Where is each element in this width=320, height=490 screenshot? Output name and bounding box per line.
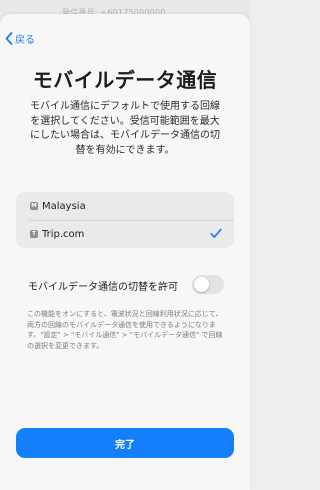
sim-badge-icon: T [30, 230, 38, 238]
toggle-knob [194, 277, 209, 292]
back-button[interactable]: 戻る [5, 30, 35, 46]
line-option-malaysia[interactable]: M Malaysia [16, 192, 234, 220]
line-selection-list: M Malaysia T Trip.com [16, 192, 234, 248]
line-option-label: Trip.com [42, 228, 85, 240]
done-button[interactable]: 完了 [16, 428, 234, 458]
checkmark-icon [210, 228, 222, 238]
chevron-left-icon [5, 31, 13, 45]
data-switching-row: モバイルデータ通信の切替を許可 [28, 275, 224, 295]
line-option-tripcom[interactable]: T Trip.com [16, 220, 234, 248]
back-label: 戻る [15, 34, 35, 46]
page-description: モバイル通信にデフォルトで使用する回線を選択してください。受信可能範囲を最大にし… [30, 101, 220, 156]
sim-badge-icon: M [30, 202, 38, 210]
data-switching-toggle[interactable] [192, 275, 224, 294]
data-switching-label: モバイルデータ通信の切替を許可 [28, 281, 178, 293]
data-switching-note: この機能をオンにすると、電波状況と回線利用状況に応じて、両方の回線のモバイルデー… [27, 310, 223, 350]
line-option-label: Malaysia [42, 200, 86, 212]
page-title: モバイルデータ通信 [32, 68, 218, 92]
